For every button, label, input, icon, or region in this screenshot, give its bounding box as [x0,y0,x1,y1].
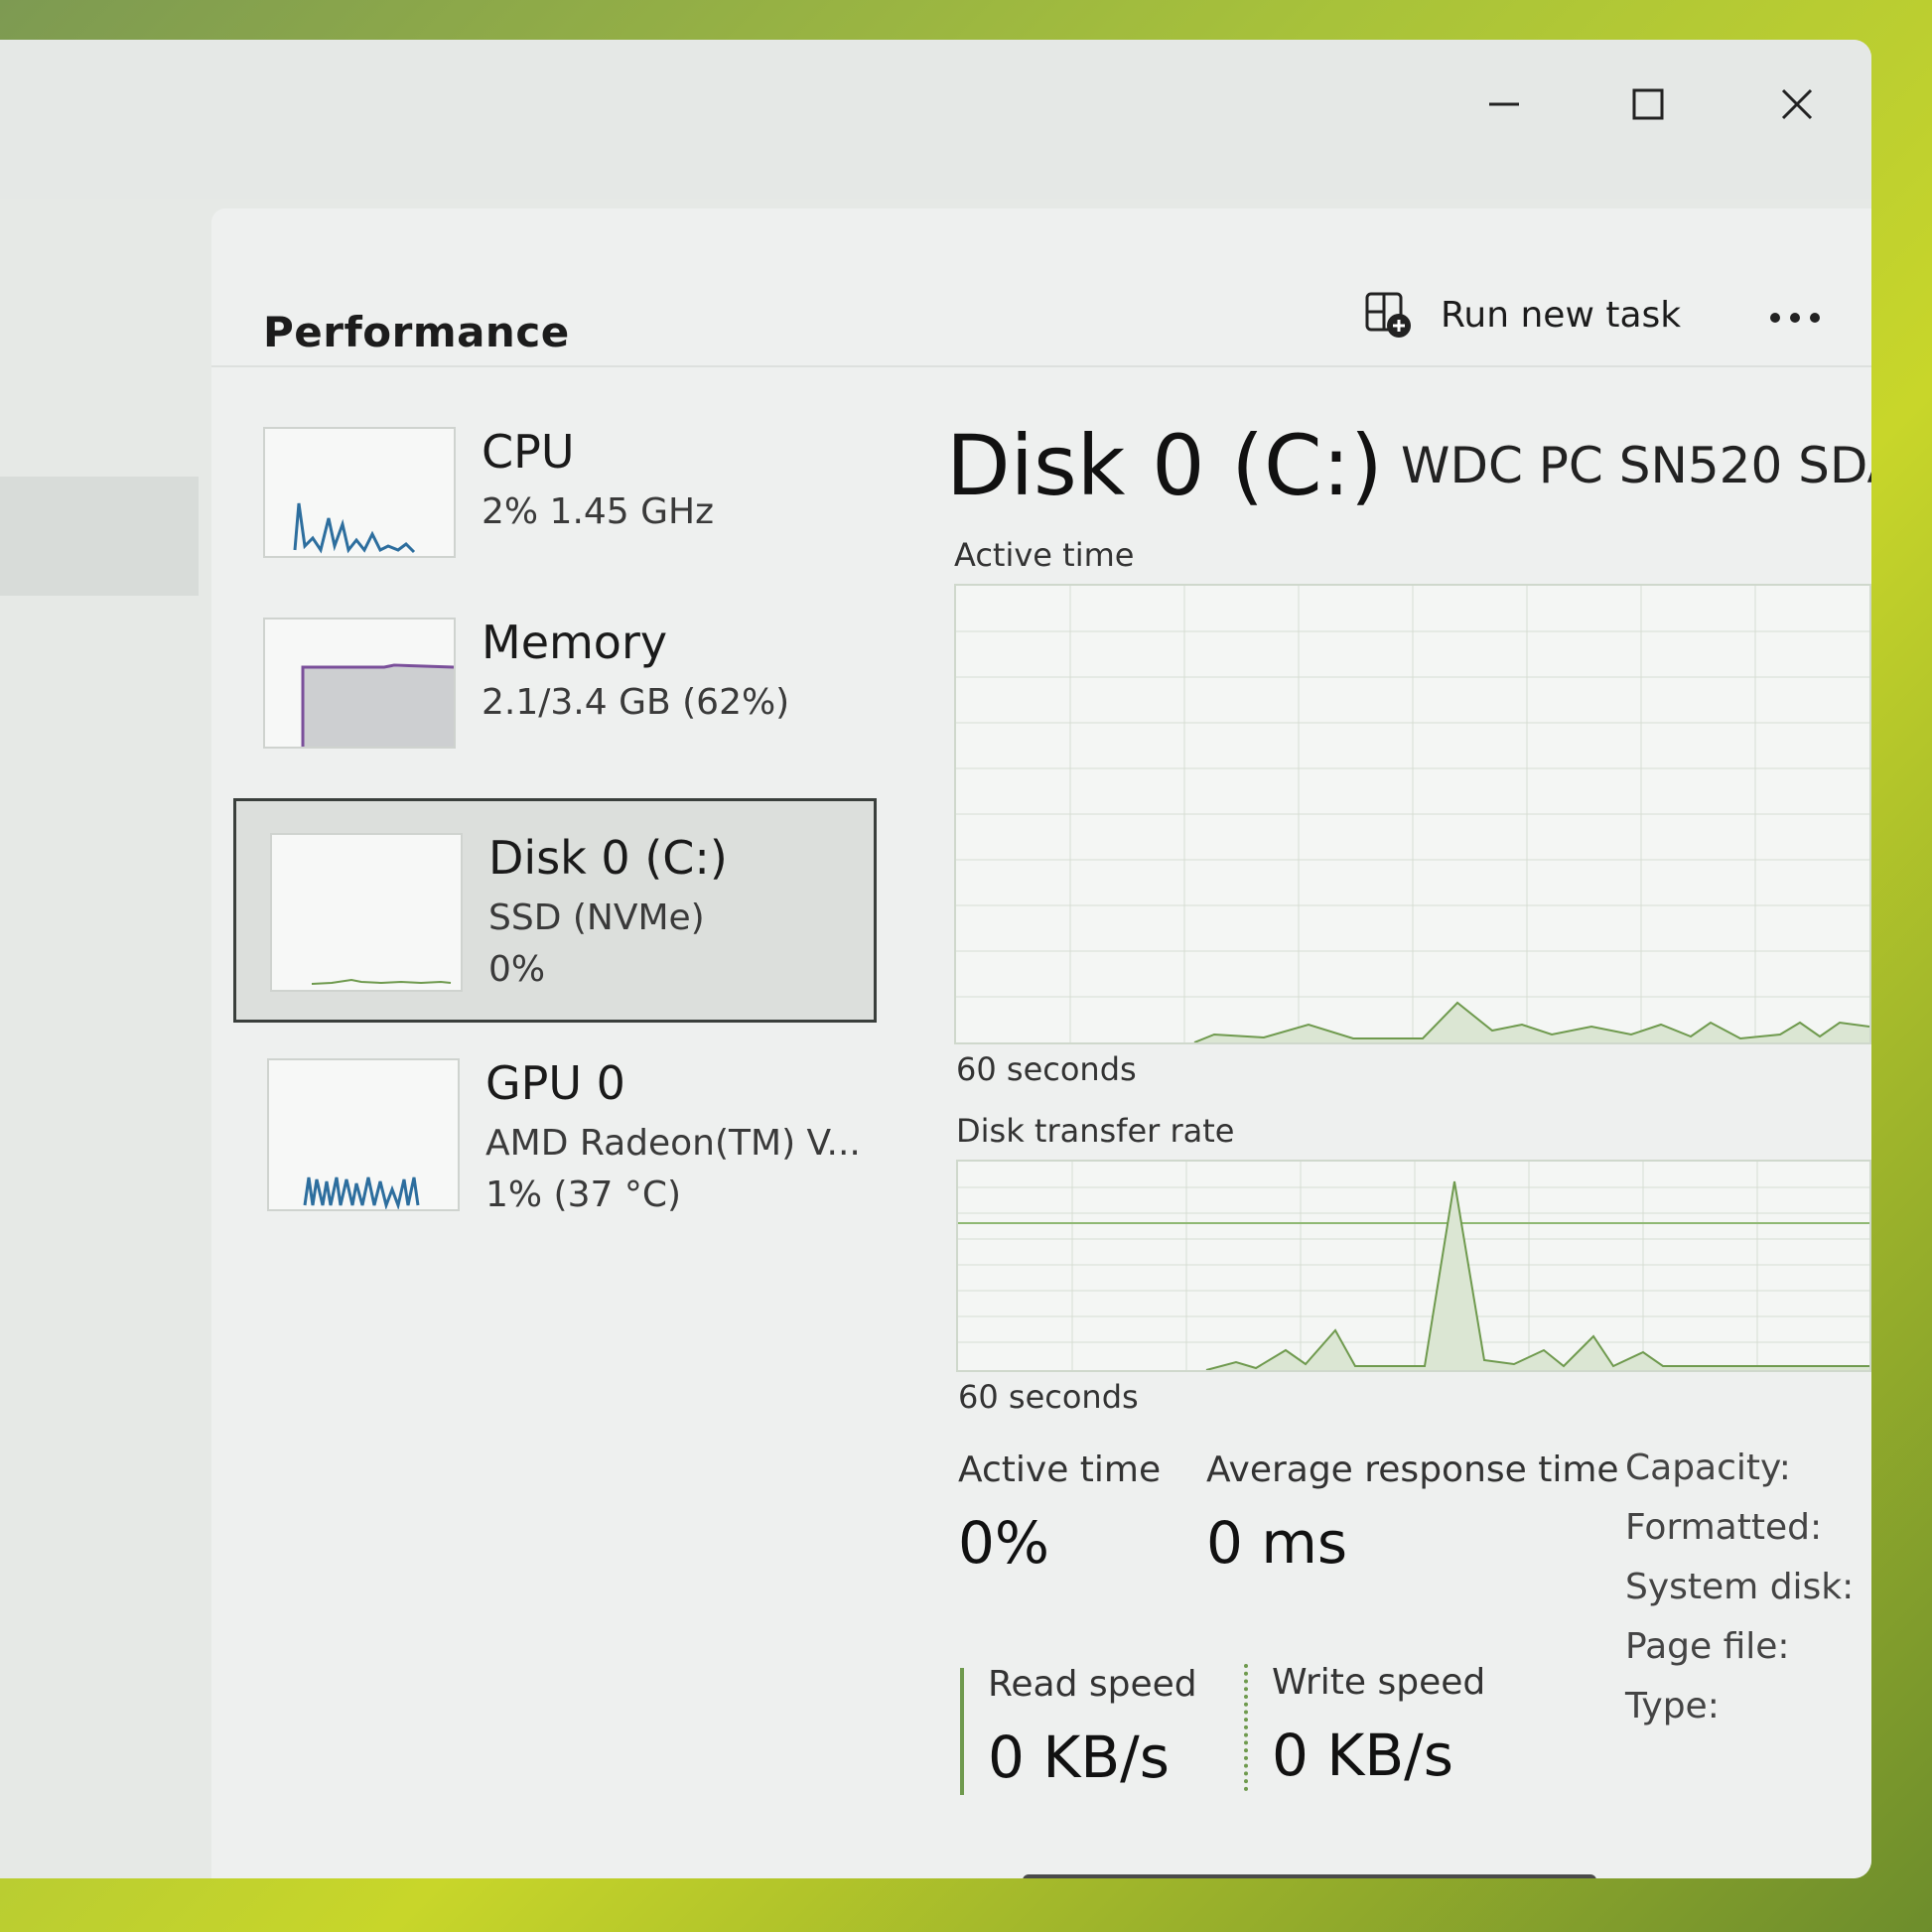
write-speed-value: 0 KB/s [1272,1722,1453,1789]
write-speed-indicator [1244,1664,1248,1791]
active-time-stat-label: Active time [958,1449,1162,1490]
disk-model: WDC PC SN520 SDA [1401,437,1871,494]
minimize-button[interactable] [1459,69,1549,139]
nav-selected-indicator[interactable] [0,477,199,596]
close-button[interactable] [1752,69,1842,139]
memory-usage: 2.1/3.4 GB (62%) [482,682,790,723]
system-disk-label: System disk: [1625,1567,1855,1607]
gpu-thumbnail-graph [267,1058,460,1211]
gpu-model: AMD Radeon(TM) V... [485,1123,861,1164]
disk-detail-title: Disk 0 (C:) [946,417,1383,514]
active-time-graph [954,584,1871,1044]
maximize-button[interactable] [1603,69,1693,139]
close-icon [1781,88,1813,120]
minimize-icon [1489,102,1519,106]
page-file-label: Page file: [1625,1626,1790,1667]
more-icon [1770,313,1820,323]
capacity-label: Capacity: [1625,1448,1791,1488]
disk-usage: 0% [488,949,546,990]
read-speed-indicator [960,1668,964,1795]
response-time-label: Average response time [1206,1449,1619,1490]
read-speed-value: 0 KB/s [988,1724,1170,1791]
cpu-title: CPU [482,425,575,479]
active-time-stat-value: 0% [958,1509,1050,1577]
disk-title: Disk 0 (C:) [488,831,728,885]
read-speed-label: Read speed [988,1664,1197,1705]
response-time-value: 0 ms [1206,1509,1348,1577]
cpu-thumbnail-graph [263,427,456,558]
horizontal-scrollbar[interactable] [1023,1874,1596,1878]
formatted-label: Formatted: [1625,1507,1823,1548]
transfer-rate-graph [956,1160,1871,1372]
sidebar-item-cpu[interactable]: CPU 2% 1.45 GHz [233,417,877,604]
run-task-label: Run new task [1441,294,1682,336]
gpu-title: GPU 0 [485,1056,625,1110]
transfer-rate-graph-label: Disk transfer rate [956,1112,1235,1150]
maximize-icon [1632,88,1664,120]
title-bar [0,40,1871,199]
cpu-usage: 2% 1.45 GHz [482,491,715,532]
sidebar-item-disk[interactable]: Disk 0 (C:) SSD (NVMe) 0% [233,798,877,1023]
disk-thumbnail-graph [270,833,463,992]
sidebar-item-gpu[interactable]: GPU 0 AMD Radeon(TM) V... 1% (37 °C) [233,1048,877,1267]
task-manager-window: Performance Run new task CPU 2% 1.45 GHz… [0,40,1871,1878]
active-time-graph-label: Active time [954,536,1135,574]
more-options-button[interactable] [1755,290,1835,345]
sidebar-item-memory[interactable]: Memory 2.1/3.4 GB (62%) [233,608,877,794]
write-speed-label: Write speed [1272,1662,1486,1703]
active-time-axis-label: 60 seconds [956,1050,1137,1088]
performance-page: Performance Run new task CPU 2% 1.45 GHz… [211,208,1871,1878]
run-new-task-button[interactable]: Run new task [1363,290,1681,340]
gpu-usage: 1% (37 °C) [485,1174,682,1215]
disk-type: SSD (NVMe) [488,897,705,938]
resource-list: CPU 2% 1.45 GHz Memory 2.1/3.4 GB (62%) [233,417,877,1271]
type-label: Type: [1625,1686,1720,1726]
run-task-icon [1365,292,1411,338]
page-title: Performance [263,308,570,356]
memory-thumbnail-graph [263,618,456,749]
memory-title: Memory [482,616,668,669]
transfer-rate-axis-label: 60 seconds [958,1378,1139,1416]
page-header: Performance Run new task [211,208,1871,367]
